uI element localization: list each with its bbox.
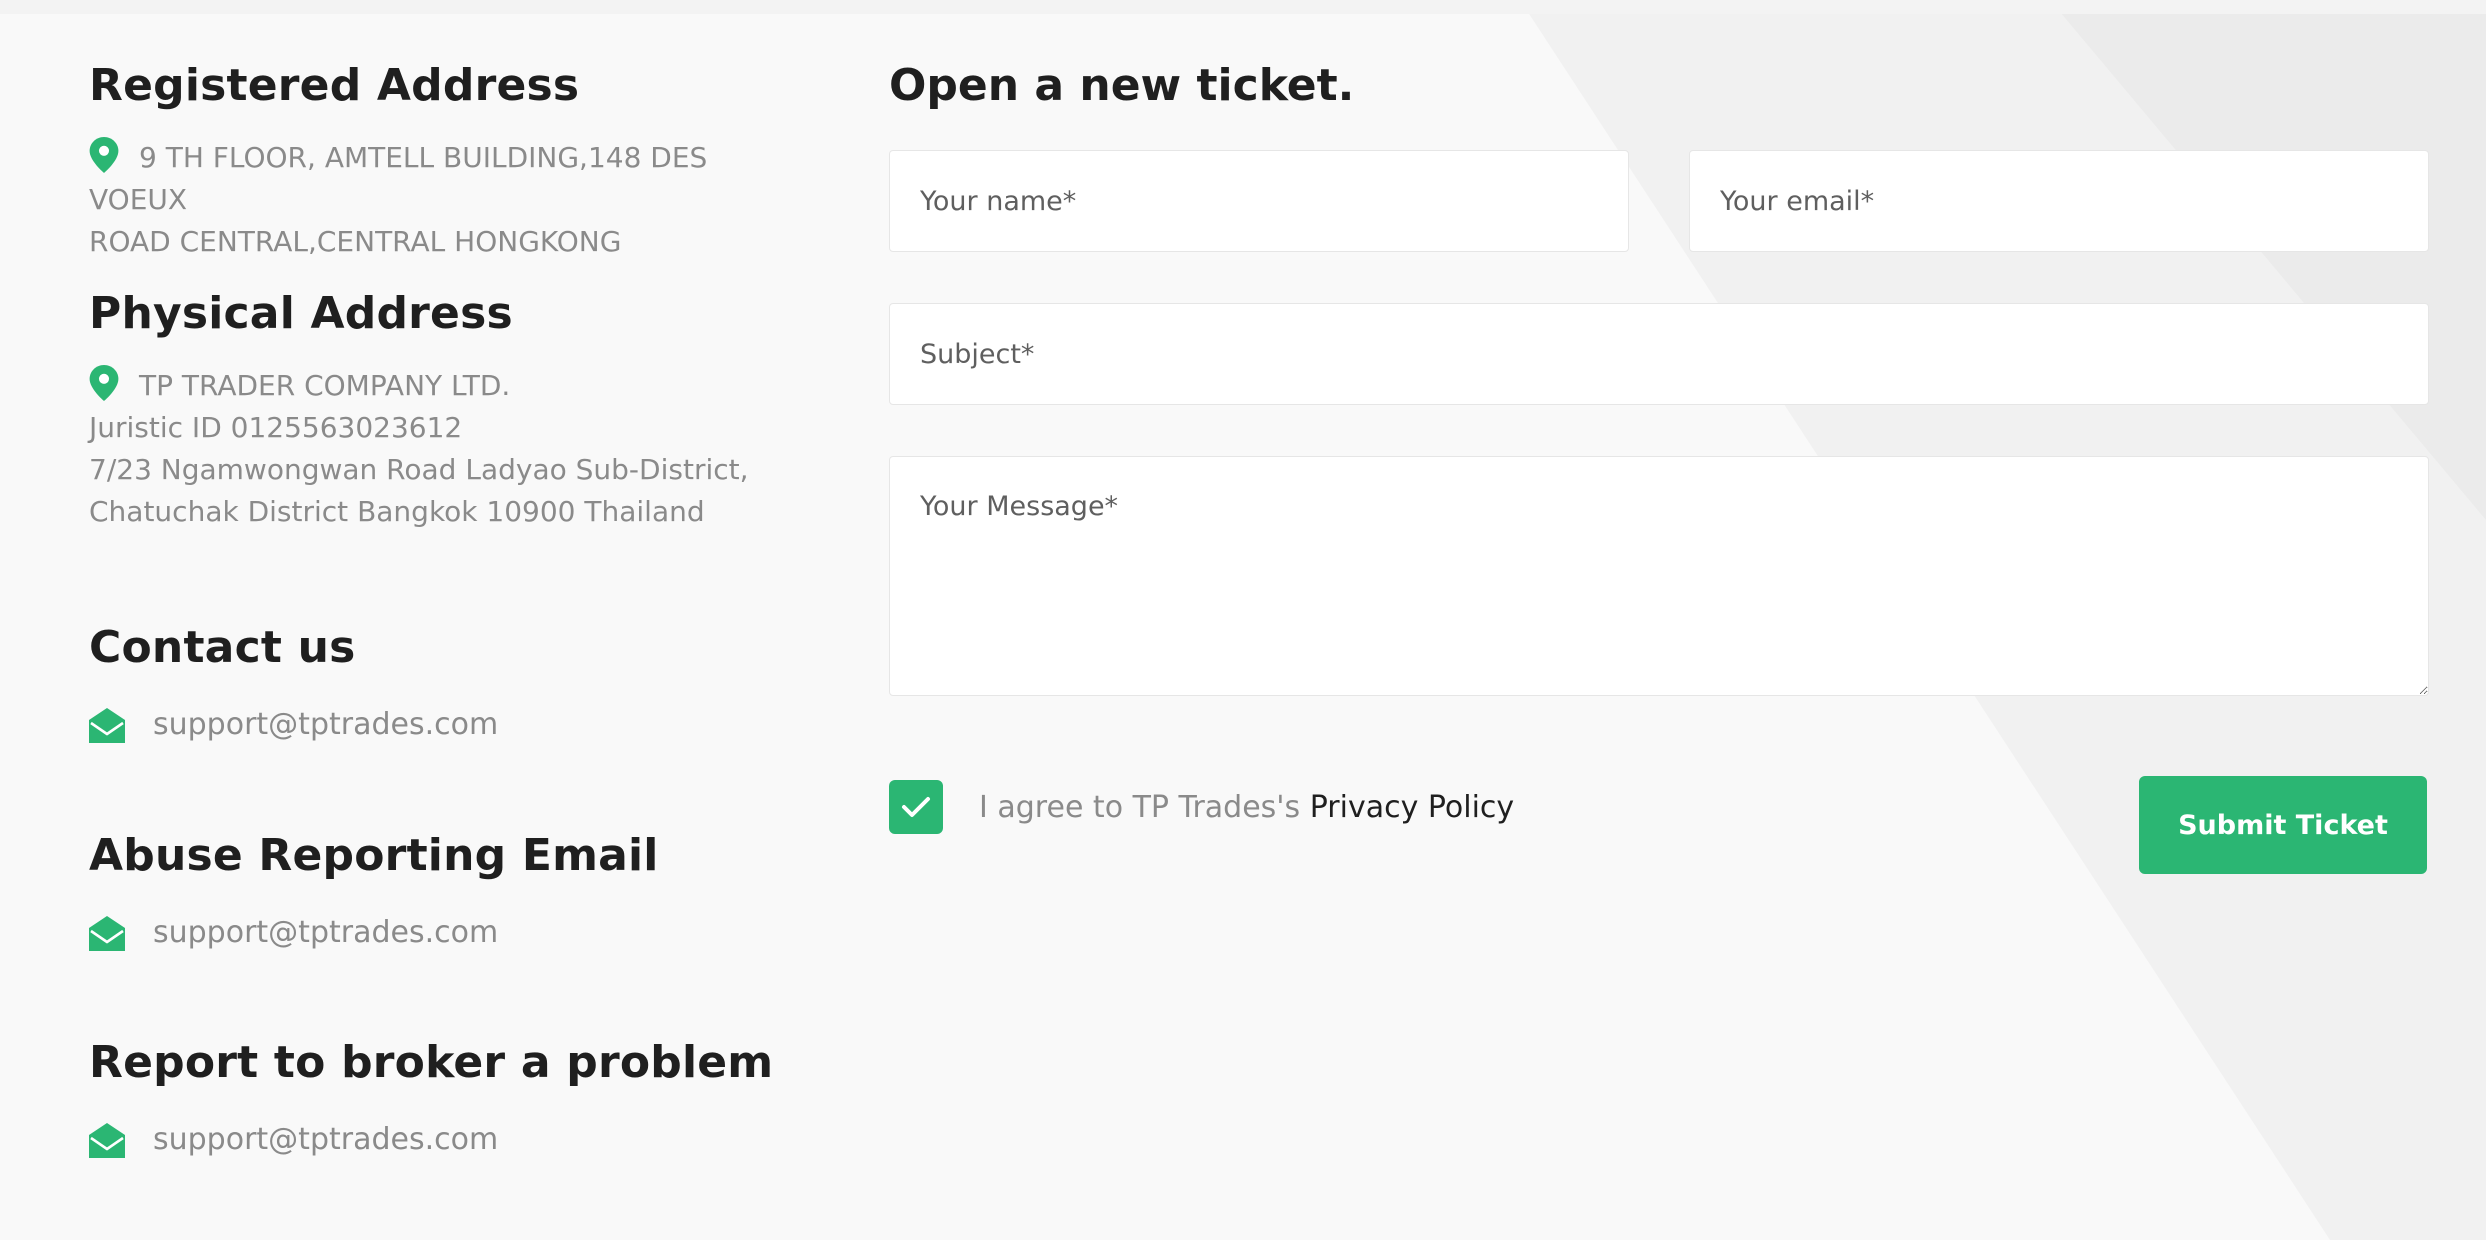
contact-us-section: Contact us support@tptrades.com <box>89 622 809 743</box>
contact-us-title: Contact us <box>89 622 356 673</box>
form-title: Open a new ticket. <box>889 60 1355 111</box>
new-ticket-form: Open a new ticket. I agree to TP Trades'… <box>889 60 2429 874</box>
report-broker-title: Report to broker a problem <box>89 1037 774 1088</box>
abuse-reporting-section: Abuse Reporting Email support@tptrades.c… <box>89 830 809 951</box>
location-pin-icon <box>89 364 119 401</box>
privacy-agreement: I agree to TP Trades's Privacy Policy <box>889 780 1514 834</box>
agree-label-prefix: I agree to TP Trades's <box>979 789 1301 825</box>
registered-address-title: Registered Address <box>89 60 580 111</box>
location-pin-icon <box>89 136 119 173</box>
registered-address-text: 9 TH FLOOR, AMTELL BUILDING,148 DES VOEU… <box>89 136 809 263</box>
name-input[interactable] <box>889 150 1629 252</box>
abuse-email-link[interactable]: support@tptrades.com <box>153 915 498 950</box>
report-broker-section: Report to broker a problem support@tptra… <box>89 1037 809 1158</box>
contact-email-row: support@tptrades.com <box>89 707 809 743</box>
subject-input[interactable] <box>889 303 2429 405</box>
physical-address-line-1: TP TRADER COMPANY LTD. <box>139 368 511 402</box>
physical-address-title: Physical Address <box>89 288 513 339</box>
registered-address-line-2: ROAD CENTRAL,CENTRAL HONGKONG <box>89 224 622 258</box>
privacy-policy-link[interactable]: Privacy Policy <box>1310 790 1514 825</box>
physical-address-line-3: 7/23 Ngamwongwan Road Ladyao Sub-Distric… <box>89 452 749 486</box>
open-envelope-icon <box>89 1122 125 1158</box>
registered-address-line-1: 9 TH FLOOR, AMTELL BUILDING,148 DES VOEU… <box>89 140 708 216</box>
physical-address-line-2: Juristic ID 0125563023612 <box>89 410 463 444</box>
registered-address-section: Registered Address 9 TH FLOOR, AMTELL BU… <box>89 60 809 263</box>
checkmark-icon <box>902 797 930 817</box>
report-email-row: support@tptrades.com <box>89 1122 809 1158</box>
open-envelope-icon <box>89 707 125 743</box>
report-email-link[interactable]: support@tptrades.com <box>153 1122 498 1157</box>
physical-address-line-4: Chatuchak District Bangkok 10900 Thailan… <box>89 494 705 528</box>
agree-checkbox[interactable] <box>889 780 943 834</box>
physical-address-text: TP TRADER COMPANY LTD. Juristic ID 01255… <box>89 364 809 533</box>
submit-ticket-button[interactable]: Submit Ticket <box>2139 776 2427 874</box>
abuse-email-row: support@tptrades.com <box>89 915 809 951</box>
contact-email-link[interactable]: support@tptrades.com <box>153 707 498 742</box>
physical-address-section: Physical Address TP TRADER COMPANY LTD. … <box>89 288 809 533</box>
email-input[interactable] <box>1689 150 2429 252</box>
abuse-reporting-title: Abuse Reporting Email <box>89 830 659 881</box>
message-textarea[interactable] <box>889 456 2429 696</box>
open-envelope-icon <box>89 915 125 951</box>
agree-label: I agree to TP Trades's Privacy Policy <box>979 790 1514 825</box>
